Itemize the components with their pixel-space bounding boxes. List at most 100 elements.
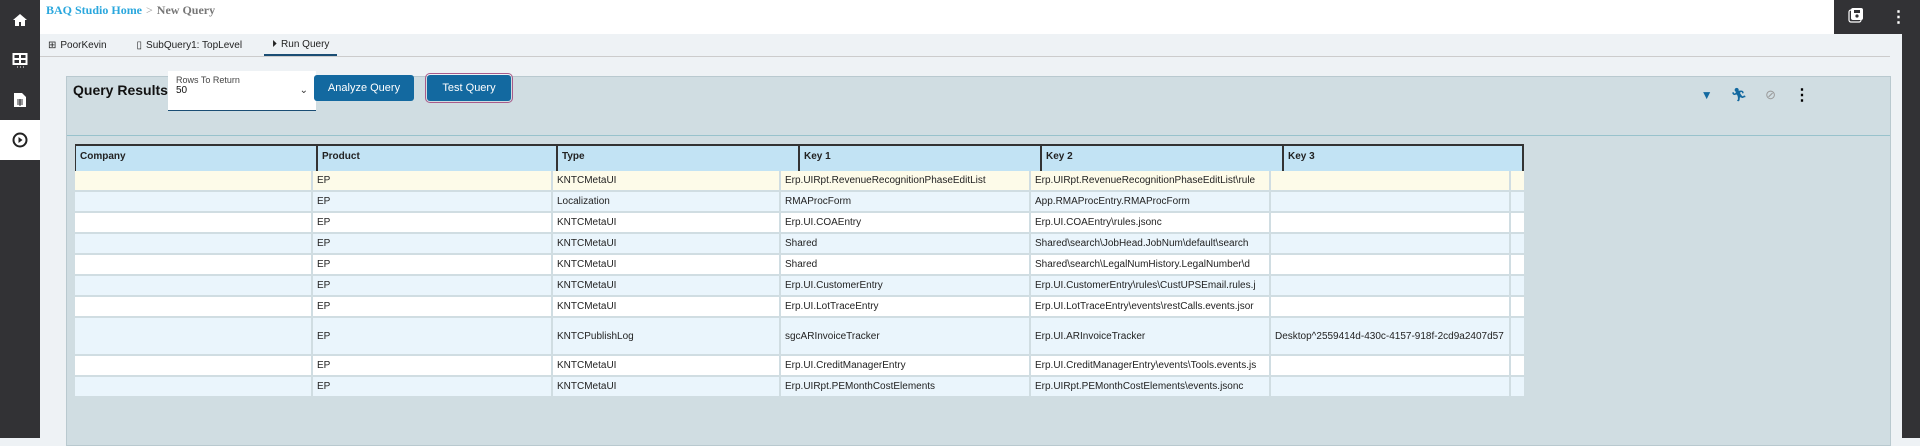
table-row[interactable]: EP KNTCMetaUI Erp.UIRpt.PEMonthCostElement…: [75, 377, 1524, 398]
breadcrumb-home-link[interactable]: BAQ Studio Home: [46, 3, 142, 17]
table-row[interactable]: EP KNTCMetaUI Shared Shared\search\JobHead.…: [75, 234, 1524, 255]
column-header[interactable]: Product: [318, 146, 558, 171]
table-cell: EP: [313, 192, 553, 211]
table-cell: Erp.UI.ARInvoiceTracker: [1031, 318, 1271, 354]
top-bar: BAQ Studio Home > New Query: [40, 0, 1920, 34]
table-cell: [75, 234, 313, 253]
column-header[interactable]: Company: [76, 146, 318, 171]
table-cell: [75, 276, 313, 295]
top-actions: ⋮: [1834, 0, 1920, 34]
table-cell: KNTCPublishLog: [553, 318, 781, 354]
table-cell: KNTCMetaUI: [553, 297, 781, 316]
filter-icon[interactable]: ▼: [1701, 88, 1713, 102]
home-icon[interactable]: [0, 0, 40, 40]
rows-to-return-value: 50: [176, 85, 188, 96]
table-cell: [1271, 234, 1511, 253]
document-icon: ▯: [136, 39, 143, 51]
breadcrumb: BAQ Studio Home > New Query: [46, 3, 215, 18]
table-row[interactable]: EP KNTCPublishLog sgcARInvoiceTracker Erp.U…: [75, 318, 1524, 356]
table-cell: KNTCMetaUI: [553, 255, 781, 274]
table-cell: EP: [313, 318, 553, 354]
tab-label: PoorKevin: [60, 39, 107, 51]
table-cell: Erp.UI.CustomerEntry\rules\CustUPSEmail.…: [1031, 276, 1271, 295]
tab-poorkevin[interactable]: ⊞ PoorKevin: [40, 34, 115, 56]
table-cell: KNTCMetaUI: [553, 356, 781, 375]
table-cell: EP: [313, 377, 553, 396]
rows-to-return-label: Rows To Return: [176, 75, 240, 85]
grid-icon[interactable]: [0, 40, 40, 80]
table-header: Company Product Type Key 1 Key 2 Key 3: [75, 144, 1524, 171]
table-cell: sgcARInvoiceTracker: [781, 318, 1031, 354]
results-table: Company Product Type Key 1 Key 2 Key 3 EP KNTC…: [75, 144, 1524, 398]
tab-label: Run Query: [281, 38, 330, 50]
panel-title: Query Results: [73, 82, 168, 98]
query-results-panel: Query Results Rows To Return 50 ⌄ Analyz…: [66, 71, 1891, 446]
table-icon: ⊞: [48, 39, 57, 51]
scrollbar[interactable]: [1891, 34, 1920, 438]
table-cell: [75, 356, 313, 375]
table-cell: [75, 213, 313, 232]
table-cell: [75, 318, 313, 354]
export-disabled-icon[interactable]: ⊘: [1765, 87, 1776, 103]
table-cell: Erp.UIRpt.RevenueRecognitionPhaseEditLis…: [1031, 171, 1271, 190]
table-cell: [1271, 255, 1511, 274]
column-header[interactable]: Type: [558, 146, 800, 171]
table-cell: Shared\search\LegalNumHistory.LegalNumbe…: [1031, 255, 1271, 274]
table-cell: [75, 255, 313, 274]
table-cell: EP: [313, 297, 553, 316]
report-icon[interactable]: [0, 80, 40, 120]
analyze-query-button[interactable]: Analyze Query: [314, 75, 414, 101]
more-options-icon[interactable]: ⋮: [1891, 7, 1907, 27]
table-cell: EP: [313, 234, 553, 253]
run-icon[interactable]: 🏃︎: [1731, 87, 1748, 103]
table-cell: Erp.UIRpt.RevenueRecognitionPhaseEditLis…: [781, 171, 1031, 190]
table-cell: [75, 297, 313, 316]
table-row[interactable]: EP KNTCMetaUI Shared Shared\search\LegalNum…: [75, 255, 1524, 276]
table-cell: [75, 377, 313, 396]
table-cell: Shared: [781, 234, 1031, 253]
table-row[interactable]: EP Localization RMAProcForm App.RMAProcEntr…: [75, 192, 1524, 213]
column-header[interactable]: Key 1: [800, 146, 1042, 171]
table-cell: Shared: [781, 255, 1031, 274]
table-cell: KNTCMetaUI: [553, 377, 781, 396]
table-cell: EP: [313, 276, 553, 295]
table-cell: KNTCMetaUI: [553, 276, 781, 295]
table-cell: [1271, 356, 1511, 375]
tab-subquery1[interactable]: ▯ SubQuery1: TopLevel: [129, 34, 251, 56]
table-cell: Erp.UIRpt.PEMonthCostElements: [781, 377, 1031, 396]
table-cell: RMAProcForm: [781, 192, 1031, 211]
table-cell: [1271, 213, 1511, 232]
breadcrumb-separator: >: [146, 3, 153, 17]
table-row[interactable]: EP KNTCMetaUI Erp.UI.COAEntry Erp.UI.COAEnt…: [75, 213, 1524, 234]
table-cell: KNTCMetaUI: [553, 213, 781, 232]
table-cell: Desktop^2559414d-430c-4157-918f-2cd9a240…: [1271, 318, 1511, 354]
test-query-button[interactable]: Test Query: [425, 73, 513, 103]
tab-run-query[interactable]: ⏵ Run Query: [264, 34, 338, 56]
table-cell: [1271, 192, 1511, 211]
chevron-down-icon: ⌄: [299, 85, 308, 96]
table-cell: KNTCMetaUI: [553, 171, 781, 190]
table-cell: EP: [313, 255, 553, 274]
table-cell: Erp.UI.LotTraceEntry: [781, 297, 1031, 316]
rows-to-return-select[interactable]: Rows To Return 50 ⌄: [168, 71, 316, 111]
table-cell: Erp.UIRpt.PEMonthCostElements\events.jso…: [1031, 377, 1271, 396]
table-row[interactable]: EP KNTCMetaUI Erp.UI.LotTraceEntry Erp.UI.L…: [75, 297, 1524, 318]
column-header[interactable]: Key 2: [1042, 146, 1284, 171]
table-cell: Localization: [553, 192, 781, 211]
table-cell: Erp.UI.COAEntry: [781, 213, 1031, 232]
table-cell: Erp.UI.LotTraceEntry\events\restCalls.ev…: [1031, 297, 1271, 316]
tab-bar: ⊞ PoorKevin ▯ SubQuery1: TopLevel ⏵ Run Que…: [40, 34, 1890, 57]
panel-more-icon[interactable]: ⋮: [1794, 85, 1810, 105]
table-row[interactable]: EP KNTCMetaUI Erp.UI.CreditManagerEntry Erp…: [75, 356, 1524, 377]
table-cell: [1271, 171, 1511, 190]
table-row[interactable]: EP KNTCMetaUI Erp.UIRpt.RevenueRecognition…: [75, 171, 1524, 192]
table-cell: [1271, 297, 1511, 316]
table-row[interactable]: EP KNTCMetaUI Erp.UI.CustomerEntry Erp.UI.C…: [75, 276, 1524, 297]
save-icon[interactable]: [1847, 7, 1864, 28]
column-header[interactable]: Key 3: [1284, 146, 1524, 171]
table-cell: [1271, 276, 1511, 295]
play-circle-icon: ⏵: [272, 38, 278, 50]
table-cell: [1271, 377, 1511, 396]
run-query-nav-icon[interactable]: [0, 120, 40, 160]
tab-label: SubQuery1: TopLevel: [146, 39, 243, 51]
